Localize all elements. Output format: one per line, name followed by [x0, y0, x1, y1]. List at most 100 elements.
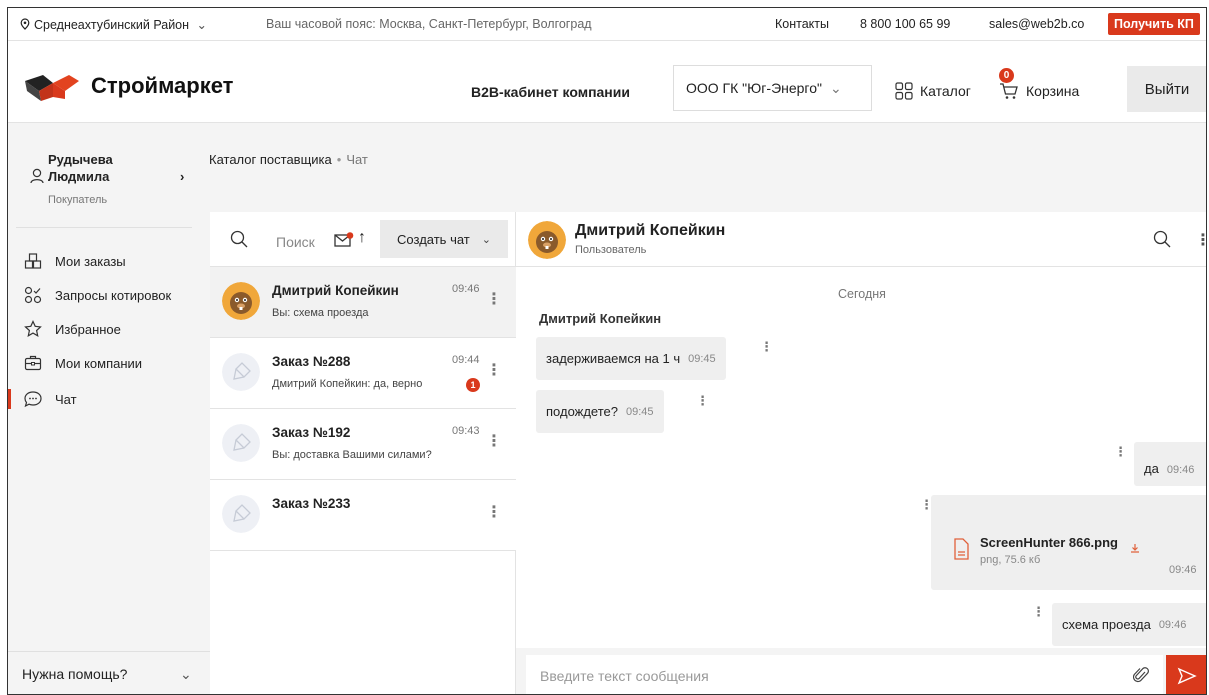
help-dropdown[interactable]: Нужна помощь? ⌄ — [8, 651, 210, 694]
email-link[interactable]: sales@web2b.co — [989, 17, 1084, 31]
sidebar-item-favorites[interactable]: Избранное — [8, 316, 210, 342]
chat-list-panel: Поиск ↑ Создать чат ⌄ Дмитрий Копейкин В… — [210, 212, 516, 694]
message-time: 09:46 — [1166, 464, 1195, 476]
catalog-link[interactable]: Каталог — [895, 82, 971, 100]
paperclip-icon[interactable] — [1133, 665, 1149, 685]
chat-list-toolbar: Поиск ↑ Создать чат ⌄ — [210, 212, 516, 267]
chat-header: Дмитрий Копейкин Пользователь ⋮ — [516, 212, 1206, 267]
sidebar-item-orders[interactable]: Мои заказы — [8, 248, 210, 274]
search-input[interactable]: Поиск — [276, 234, 315, 250]
timezone-text: Ваш часовой пояс: Москва, Санкт-Петербур… — [266, 17, 592, 31]
date-separator: Сегодня — [838, 287, 886, 301]
sidebar: Мои заказы Запросы котировок Избранное М… — [8, 212, 210, 694]
more-vertical-icon[interactable]: ⋮ — [760, 340, 773, 353]
header: Строймаркет B2B-кабинет компании ООО ГК … — [8, 41, 1206, 123]
unread-mail-icon[interactable] — [334, 232, 354, 247]
logo-icon — [25, 75, 79, 101]
outgoing-message[interactable]: схема проезда 09:46 — [1052, 603, 1206, 646]
file-message[interactable]: ScreenHunter 866.png png, 75.6 кб 09:46 — [931, 495, 1206, 590]
sidebar-item-label: Мои компании — [55, 355, 143, 371]
logo[interactable]: Строймаркет — [23, 71, 233, 101]
sidebar-item-chat[interactable]: Чат — [8, 386, 210, 412]
message-composer — [516, 648, 1206, 694]
chat-item-preview: Вы: доставка Вашими силами? — [272, 449, 432, 461]
b2b-title: B2B-кабинет компании — [471, 84, 630, 100]
incoming-message[interactable]: задерживаемся на 1 ч 09:45 — [536, 337, 726, 380]
contacts-link[interactable]: Контакты — [775, 17, 829, 31]
company-select[interactable]: ООО ГК "Юг-Энерго" ⌄ — [673, 65, 872, 111]
sort-arrow-icon[interactable]: ↑ — [358, 229, 366, 247]
unread-count-badge: 1 — [466, 378, 480, 392]
chat-item-time: 09:44 — [452, 354, 480, 366]
search-icon[interactable] — [1153, 230, 1171, 248]
beaver-avatar — [528, 221, 566, 259]
chat-icon — [23, 390, 43, 408]
send-button[interactable] — [1166, 655, 1206, 694]
message-time: 09:46 — [1169, 564, 1197, 576]
more-vertical-icon[interactable]: ⋮ — [696, 394, 709, 407]
chat-contact-name: Дмитрий Копейкин — [575, 222, 726, 239]
get-kp-button[interactable]: Получить КП — [1108, 13, 1200, 35]
breadcrumb: Каталог поставщика • Чат — [209, 152, 368, 167]
chevron-down-icon: ⌄ — [180, 665, 192, 682]
incoming-message[interactable]: подождете? 09:45 — [536, 390, 664, 433]
sidebar-item-companies[interactable]: Мои компании — [8, 350, 210, 376]
message-sender: Дмитрий Копейкин — [539, 311, 662, 326]
message-input[interactable] — [526, 655, 1163, 694]
more-vertical-icon[interactable]: ⋮ — [486, 289, 502, 309]
breadcrumb-current: Чат — [346, 152, 368, 167]
more-vertical-icon[interactable]: ⋮ — [486, 502, 502, 522]
sidebar-item-label: Чат — [55, 391, 77, 407]
chat-list-item[interactable]: Заказ №288 Дмитрий Копейкин: да, верно 0… — [210, 338, 516, 409]
chevron-right-icon[interactable]: › — [180, 169, 184, 184]
chevron-down-icon: ⌄ — [830, 79, 842, 96]
sidebar-item-quotes[interactable]: Запросы котировок — [8, 282, 210, 308]
chevron-down-icon: ⌄ — [481, 233, 491, 246]
create-chat-button[interactable]: Создать чат ⌄ — [380, 220, 508, 258]
file-name[interactable]: ScreenHunter 866.png — [980, 535, 1118, 550]
catalog-label: Каталог — [920, 83, 971, 99]
app-window: Среднеахтубинский Район ⌄ Ваш часовой по… — [7, 7, 1207, 695]
chat-list-item[interactable]: Заказ №233 ⋮ — [210, 480, 516, 551]
download-icon[interactable] — [1130, 543, 1140, 553]
message-text: да — [1144, 461, 1159, 476]
message-text: схема проезда — [1062, 617, 1151, 632]
search-icon[interactable] — [230, 230, 248, 248]
user-area: Рудычева Людмила › Покупатель Каталог по… — [8, 123, 1206, 212]
region-selector[interactable]: Среднеахтубинский Район ⌄ — [20, 17, 207, 32]
logout-button[interactable]: Выйти — [1127, 66, 1206, 112]
region-label: Среднеахтубинский Район — [34, 18, 190, 32]
phone-link[interactable]: 8 800 100 65 99 — [860, 17, 950, 31]
user-first-name: Людмила — [48, 169, 110, 184]
user-name[interactable]: Рудычева Людмила — [48, 151, 113, 185]
cart-link[interactable]: 0 Корзина — [999, 68, 1080, 100]
quotes-icon — [23, 286, 43, 304]
outgoing-message[interactable]: да 09:46 — [1134, 442, 1206, 486]
chat-item-preview: Дмитрий Копейкин: да, верно — [272, 378, 423, 390]
chat-list-item[interactable]: Дмитрий Копейкин Вы: схема проезда 09:46… — [210, 267, 516, 338]
breadcrumb-separator: • — [336, 152, 342, 167]
boxes-icon — [23, 252, 43, 270]
cart-label: Корзина — [1026, 83, 1080, 99]
more-vertical-icon[interactable]: ⋮ — [486, 431, 502, 451]
cart-icon — [1000, 83, 1018, 99]
document-icon — [954, 538, 969, 560]
more-vertical-icon[interactable]: ⋮ — [1032, 605, 1045, 618]
logo-text: Строймаркет — [91, 73, 234, 98]
more-vertical-icon[interactable]: ⋮ — [486, 360, 502, 380]
breadcrumb-parent[interactable]: Каталог поставщика — [209, 152, 332, 167]
message-time: 09:45 — [688, 352, 716, 365]
more-vertical-icon[interactable]: ⋮ — [1195, 230, 1206, 250]
location-pin-icon — [20, 18, 30, 30]
help-label: Нужна помощь? — [22, 666, 128, 682]
grid-icon — [895, 82, 913, 100]
chat-list-item[interactable]: Заказ №192 Вы: доставка Вашими силами? 0… — [210, 409, 516, 480]
user-last-name: Рудычева — [48, 152, 113, 167]
briefcase-icon — [23, 354, 43, 372]
file-meta: png, 75.6 кб — [980, 554, 1041, 566]
more-vertical-icon[interactable]: ⋮ — [1114, 445, 1127, 458]
beaver-avatar — [222, 282, 260, 320]
message-text: задерживаемся на 1 ч — [546, 351, 681, 366]
user-icon — [30, 168, 44, 184]
chat-item-preview: Вы: схема проезда — [272, 307, 369, 319]
